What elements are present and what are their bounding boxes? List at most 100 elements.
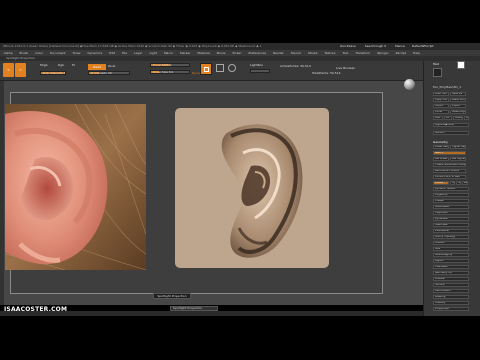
copy-tool-button[interactable]: Copy Tool <box>433 98 449 102</box>
total-points-readout: TotalPoints: 50,514 <box>312 71 341 75</box>
default-zscript-button[interactable]: DefaultZScript <box>412 44 434 48</box>
goz-button[interactable]: GoZ <box>433 116 443 120</box>
m-button[interactable]: M <box>72 63 75 67</box>
convert-bpr-button[interactable]: Convert BPR To Geo <box>433 175 466 179</box>
rgb-intensity-label: Rgb Intensity <box>43 71 63 75</box>
draw-size-label: Draw Size <box>153 70 168 74</box>
z-intensity-label: Z Intensity <box>91 71 108 75</box>
tool-name: Ear_PolyMesh3D_1 <box>433 85 462 89</box>
sculpt-viewport[interactable] <box>175 108 329 268</box>
lightbox-slider[interactable] <box>250 69 270 73</box>
zremesher-button[interactable]: ZRemesher <box>433 229 469 233</box>
live-boolean-toggle[interactable]: Live Boolean <box>336 66 355 70</box>
freeze-subdiv-button[interactable]: Freeze SubDivision Levels <box>433 163 466 167</box>
sphere-icon[interactable] <box>404 79 415 90</box>
quicksave-button[interactable]: QuickSave <box>340 44 356 48</box>
active-points-readout: ActivePoints: 50,514 <box>280 64 311 68</box>
lightbox-button[interactable]: LightBox <box>250 63 263 67</box>
crease-button[interactable]: Crease <box>433 199 469 203</box>
masking-button[interactable]: Masking <box>433 295 469 299</box>
zadd-label: Zadd <box>93 65 101 69</box>
geometry-hd-button[interactable]: Geometry HD <box>433 271 469 275</box>
tool-thumbnail-1[interactable] <box>433 68 442 77</box>
meshintegrity-button[interactable]: MeshIntegrity <box>433 253 469 257</box>
see-through-slider[interactable]: See-through 0 <box>365 44 386 48</box>
title-right-group: QuickSave See-through 0 Menus DefaultZSc… <box>340 44 434 48</box>
zadd-button[interactable]: Zadd <box>88 64 106 70</box>
focal-shift-label: Focal Shift <box>153 63 169 67</box>
draw-size-slider[interactable]: Draw Size 64 <box>150 70 190 74</box>
tessimate-button[interactable]: Tessimate <box>433 223 469 227</box>
draw-button[interactable]: ✐ <box>15 63 26 77</box>
z-intensity-slider[interactable]: Z Intensity 25 <box>88 71 130 75</box>
dynamesh-button[interactable]: DynaMesh <box>433 217 469 221</box>
dynamic-subdiv-button[interactable]: Dynamic Subdiv <box>433 187 469 191</box>
spotlight-icon[interactable] <box>216 64 224 72</box>
lightbox-tools-button[interactable]: Lightbox▶Tools <box>433 123 469 127</box>
paste-tool-button[interactable]: Paste Tool <box>450 98 466 102</box>
reconstruct-subdiv-button[interactable]: Reconstruct Subdiv <box>433 169 466 173</box>
visible-button[interactable]: Visible <box>453 116 463 120</box>
tool-thumbnail-2[interactable] <box>457 61 465 69</box>
make-polymesh-button[interactable]: Make PolyMesh3D <box>450 110 466 114</box>
square-icon <box>204 67 209 72</box>
spotlight-dropdown-value: Spotlight Projection <box>173 306 203 310</box>
del-higher-button[interactable]: Del Higher <box>450 157 466 161</box>
menus-button[interactable]: Menus <box>395 44 405 48</box>
focal-shift-slider[interactable]: Focal Shift 0 <box>150 63 190 67</box>
fibermesh-button[interactable]: FiberMesh <box>433 265 469 269</box>
active-feature-label: Spotlight Projection <box>6 56 36 60</box>
subtool-menu[interactable]: Subtool <box>433 131 469 135</box>
edit-button[interactable]: ✎ <box>3 63 14 77</box>
spotlight-projection-button[interactable]: Spotlight Projection <box>153 293 191 299</box>
zsub-button[interactable]: Zsub <box>108 64 115 68</box>
preview-button[interactable]: Preview <box>433 277 469 281</box>
load-tool-button[interactable]: Load Tool <box>433 92 449 96</box>
modify-topology-button[interactable]: Modify Topology <box>433 235 469 239</box>
letterbox-top <box>0 0 480 33</box>
all-button[interactable]: All <box>444 116 452 120</box>
higher-res-button[interactable]: Higher Res <box>450 145 466 149</box>
project-toggle[interactable] <box>200 63 212 75</box>
sdiv-slider[interactable]: SDiv 3 <box>433 151 466 155</box>
pencil-icon: ✎ <box>7 68 10 72</box>
mrgb-button[interactable]: Mrgb <box>40 63 48 67</box>
lower-res-button[interactable]: Lower Res <box>433 145 449 149</box>
right-tray: Tool Ear_PolyMesh3D_1 Load Tool Save As … <box>404 61 480 316</box>
rgb-intensity-value: 100 <box>63 71 66 75</box>
window-title: ZBrush 2021.5.1 (Isaac Oster) [Default D… <box>3 44 262 48</box>
surface-button[interactable]: Surface <box>433 283 469 287</box>
polygroups-button[interactable]: Polygroups <box>433 307 469 311</box>
visibility-button[interactable]: Visibility <box>433 301 469 305</box>
brush-icon: ✐ <box>19 68 22 72</box>
geometry-section-header[interactable]: Geometry <box>433 140 448 144</box>
z-intensity-value: 25 <box>108 71 112 75</box>
r-button[interactable]: R <box>464 116 469 120</box>
ear-photo-image <box>5 104 146 270</box>
smt-button[interactable]: Smt <box>450 181 455 185</box>
letterbox-bottom <box>0 316 480 360</box>
divide-button[interactable]: Divide <box>433 181 449 185</box>
circle-icon[interactable] <box>228 64 236 72</box>
position-button[interactable]: Position <box>433 241 469 245</box>
ear-sculpt-model <box>221 124 303 258</box>
size-button[interactable]: Size <box>433 247 469 251</box>
save-as-button[interactable]: Save As <box>450 92 466 96</box>
focal-shift-value: 0 <box>169 63 172 67</box>
del-lower-button[interactable]: Del Lower <box>433 157 449 161</box>
rgb-button[interactable]: Rgb <box>58 63 64 67</box>
rgb-intensity-slider[interactable]: Rgb Intensity 100 <box>40 71 66 75</box>
deformation-button[interactable]: Deformation <box>433 289 469 293</box>
export-button[interactable]: Export <box>450 104 466 108</box>
clone-button[interactable]: Clone <box>433 110 449 114</box>
import-button[interactable]: Import <box>433 104 449 108</box>
edgeloop-button[interactable]: EdgeLoop <box>433 193 469 197</box>
ear-reference-photo[interactable] <box>5 104 146 270</box>
draw-size-value: 64 <box>168 70 173 74</box>
shadowbox-button[interactable]: ShadowBox <box>433 205 469 209</box>
suv-button[interactable]: Suv <box>456 181 461 185</box>
claypolish-button[interactable]: ClayPolish <box>433 211 469 215</box>
layers-button[interactable]: Layers <box>433 259 469 263</box>
reuv-button[interactable]: ReUV <box>462 181 468 185</box>
tool-palette-header: Tool <box>433 62 439 66</box>
